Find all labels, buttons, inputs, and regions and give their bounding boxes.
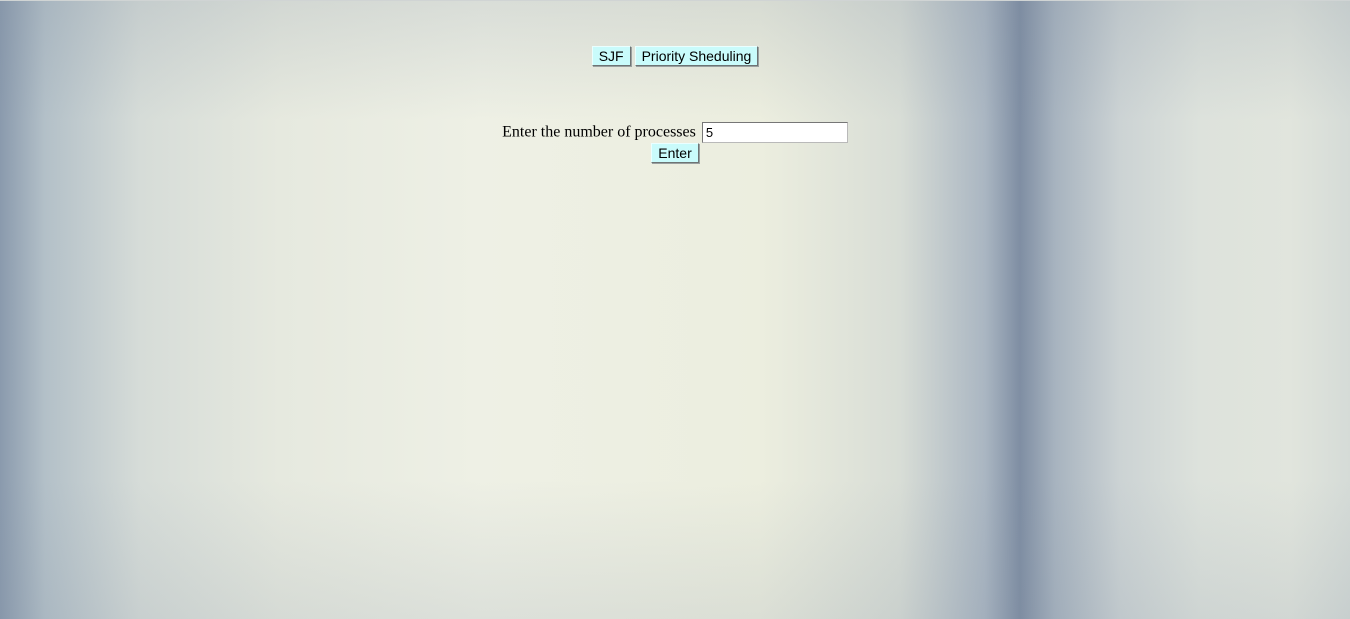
enter-row: Enter xyxy=(0,143,1350,163)
top-border xyxy=(0,0,1350,1)
background-vignette xyxy=(0,0,1350,619)
enter-button[interactable]: Enter xyxy=(651,143,699,163)
priority-scheduling-button[interactable]: Priority Sheduling xyxy=(634,46,759,66)
process-count-label: Enter the number of processes xyxy=(502,123,696,141)
process-count-input[interactable] xyxy=(701,122,848,143)
algorithm-nav: SJF Priority Sheduling xyxy=(0,46,1350,66)
process-count-form: Enter the number of processes xyxy=(0,122,1350,143)
sjf-button[interactable]: SJF xyxy=(591,46,631,66)
